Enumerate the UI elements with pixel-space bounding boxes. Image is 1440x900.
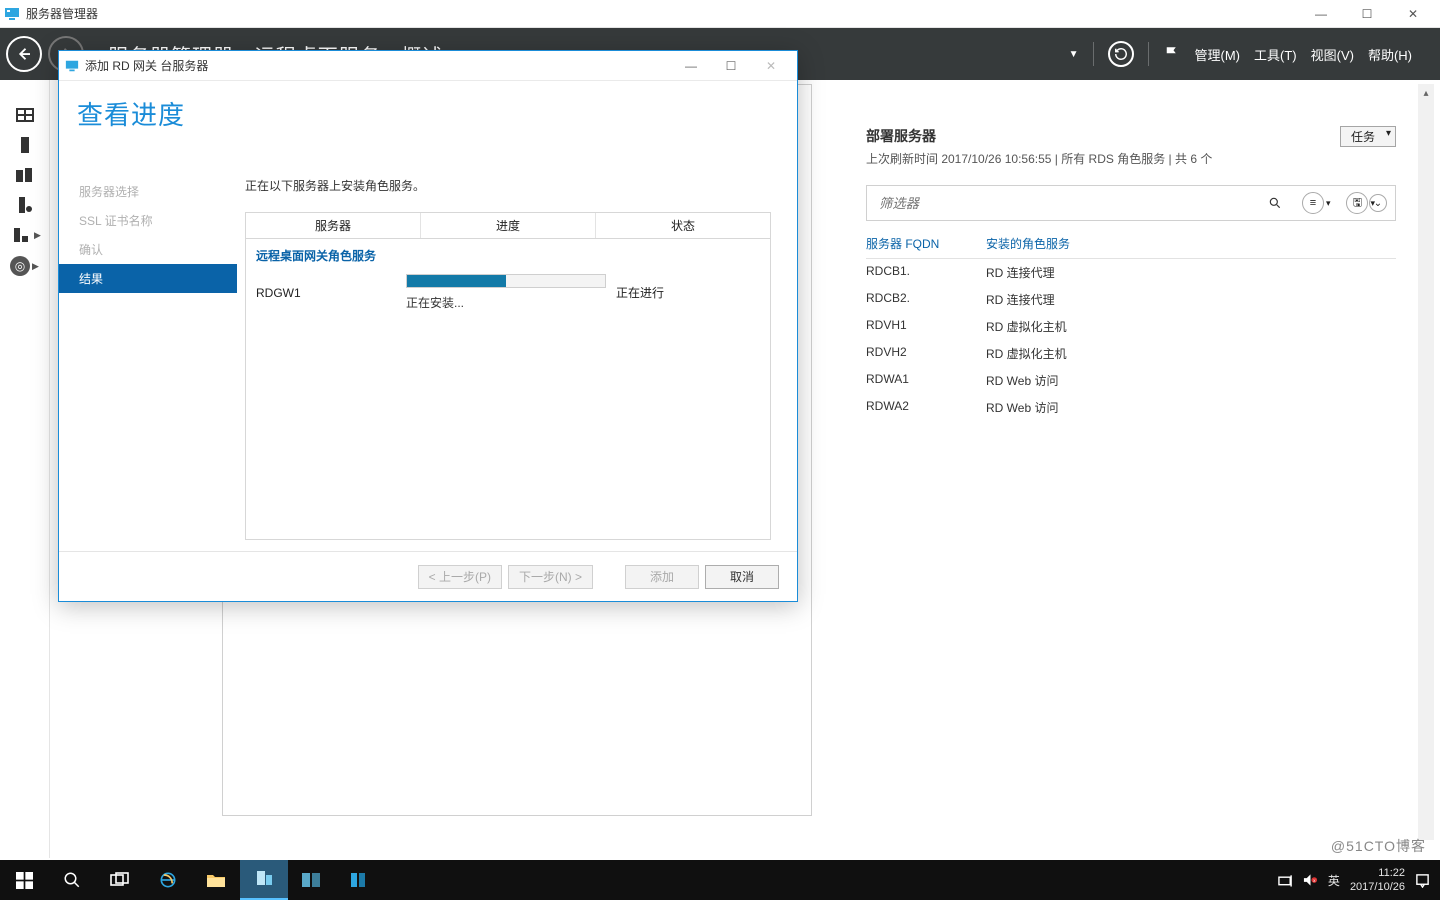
menu-manage[interactable]: 管理(M) — [1195, 45, 1241, 64]
step-server-select: 服务器选择 — [59, 177, 237, 206]
progress-bar — [406, 274, 606, 288]
search-button[interactable] — [48, 860, 96, 900]
col-server: 服务器 — [246, 213, 421, 238]
wizard-main: 正在以下服务器上安装角色服务。 服务器 进度 状态 远程桌面网关角色服务 RDG… — [237, 81, 797, 551]
wizard-close-button: ✕ — [751, 52, 791, 80]
table-row[interactable]: RDWA1RD Web 访问 — [866, 367, 1396, 394]
nav-all-servers-icon[interactable] — [13, 166, 37, 184]
filter-input[interactable] — [873, 192, 1073, 214]
menu-help[interactable]: 帮助(H) — [1368, 45, 1412, 64]
prev-button: < 上一步(P) — [418, 565, 502, 589]
wizard-maximize-button[interactable]: ☐ — [711, 52, 751, 80]
table-row[interactable]: RDVH2RD 虚拟化主机 — [866, 340, 1396, 367]
add-button: 添加 — [625, 565, 699, 589]
table-row[interactable]: RDCB1.RD 连接代理 — [866, 259, 1396, 286]
nav-local-server-icon[interactable] — [13, 136, 37, 154]
left-nav-rail: ▶ ◎ ▶ — [0, 80, 50, 858]
deploy-title: 部署服务器 — [866, 126, 1396, 146]
wizard-footer: < 上一步(P) 下一步(N) > 添加 取消 — [59, 551, 797, 601]
col-progress: 进度 — [421, 213, 596, 238]
row-server: RDGW1 — [256, 286, 406, 300]
breadcrumb-dropdown-icon[interactable]: ▼ — [1069, 49, 1079, 60]
wizard-intro: 正在以下服务器上安装角色服务。 — [245, 177, 771, 194]
minimize-button[interactable]: — — [1298, 0, 1344, 28]
nav-expand-icon[interactable]: ▶ — [34, 230, 41, 241]
server-manager-icon — [4, 6, 20, 22]
chevron-down-icon[interactable]: ▾ — [1326, 198, 1331, 209]
tray-ime[interactable]: 英 — [1328, 872, 1340, 889]
wizard-grid-header: 服务器 进度 状态 — [246, 213, 770, 239]
table-row[interactable]: RDVH1RD 虚拟化主机 — [866, 313, 1396, 340]
save-view-icon[interactable]: 🖫 — [1346, 192, 1368, 214]
cancel-button[interactable]: 取消 — [705, 565, 779, 589]
nav-iis-icon[interactable] — [8, 226, 32, 244]
tray-notifications-icon[interactable] — [1415, 873, 1430, 888]
tasks-dropdown[interactable]: 任务 — [1340, 126, 1396, 147]
taskbar-app-icon-1[interactable] — [288, 860, 336, 900]
col-fqdn[interactable]: 服务器 FQDN — [866, 235, 986, 252]
maximize-button[interactable]: ☐ — [1344, 0, 1390, 28]
add-rd-gateway-wizard: 添加 RD 网关 台服务器 — ☐ ✕ 查看进度 服务器选择 SSL 证书名称 … — [58, 50, 798, 602]
nav-dashboard-icon[interactable] — [13, 106, 37, 124]
wizard-section-title: 远程桌面网关角色服务 — [256, 247, 760, 264]
main-window-title: 服务器管理器 — [26, 5, 98, 22]
wizard-grid: 服务器 进度 状态 远程桌面网关角色服务 RDGW1 正在安装... 正在进行 — [245, 212, 771, 540]
deploy-subline: 上次刷新时间 2017/10/26 10:56:55 | 所有 RDS 角色服务… — [866, 150, 1396, 167]
watermark: @51CTO博客 — [1331, 836, 1426, 856]
tray-clock[interactable]: 11:22 2017/10/26 — [1350, 866, 1405, 894]
menu-view[interactable]: 视图(V) — [1311, 45, 1354, 64]
nav-file-services-icon[interactable] — [13, 196, 37, 214]
step-ssl-cert: SSL 证书名称 — [59, 206, 237, 235]
col-status: 状态 — [596, 213, 770, 238]
tray-volume-icon[interactable]: x — [1303, 873, 1318, 887]
wizard-title: 添加 RD 网关 台服务器 — [85, 57, 208, 74]
scroll-up-icon[interactable]: ▴ — [1418, 84, 1434, 102]
table-row[interactable]: RDWA2RD Web 访问 — [866, 394, 1396, 421]
taskbar: x 英 11:22 2017/10/26 — [0, 860, 1440, 900]
main-window-titlebar: 服务器管理器 — ☐ ✕ — [0, 0, 1440, 28]
search-icon[interactable] — [1268, 196, 1282, 210]
flag-icon[interactable] — [1163, 45, 1181, 63]
row-status: 正在进行 — [616, 284, 760, 301]
server-manager-taskbar-icon[interactable] — [240, 860, 288, 900]
close-button[interactable]: ✕ — [1390, 0, 1436, 28]
deploy-table-header: 服务器 FQDN 安装的角色服务 — [866, 235, 1396, 259]
refresh-icon[interactable] — [1108, 41, 1134, 67]
nav-rds-icon[interactable]: ◎ — [10, 256, 30, 276]
menu-tools[interactable]: 工具(T) — [1254, 45, 1297, 64]
table-row[interactable]: RDCB2.RD 连接代理 — [866, 286, 1396, 313]
wizard-titlebar[interactable]: 添加 RD 网关 台服务器 — ☐ ✕ — [59, 51, 797, 81]
deploy-table-body: RDCB1.RD 连接代理 RDCB2.RD 连接代理 RDVH1RD 虚拟化主… — [866, 259, 1396, 421]
file-explorer-icon[interactable] — [192, 860, 240, 900]
wizard-minimize-button[interactable]: — — [671, 52, 711, 80]
col-role[interactable]: 安装的角色服务 — [986, 235, 1070, 252]
step-results[interactable]: 结果 — [59, 264, 237, 293]
task-view-button[interactable] — [96, 860, 144, 900]
back-button[interactable] — [6, 36, 42, 72]
deploy-toolbar: ≡▾ 🖫▾ ⌄ — [866, 185, 1396, 221]
next-button: 下一步(N) > — [508, 565, 593, 589]
progress-label: 正在安装... — [406, 294, 616, 311]
system-tray: x 英 11:22 2017/10/26 — [1278, 866, 1440, 894]
start-button[interactable] — [0, 860, 48, 900]
ie-icon[interactable] — [144, 860, 192, 900]
vertical-scrollbar[interactable]: ▴ — [1418, 84, 1434, 840]
wizard-icon — [65, 59, 79, 73]
list-view-icon[interactable]: ≡ — [1302, 192, 1324, 214]
expand-icon[interactable]: ⌄ — [1369, 194, 1387, 212]
taskbar-app-icon-2[interactable] — [336, 860, 384, 900]
nav-expand-icon-2[interactable]: ▶ — [32, 261, 39, 272]
wizard-row: RDGW1 正在安装... 正在进行 — [256, 274, 760, 311]
deployment-servers-panel: 部署服务器 上次刷新时间 2017/10/26 10:56:55 | 所有 RD… — [866, 126, 1396, 816]
tray-network-icon[interactable] — [1278, 873, 1293, 887]
step-confirm: 确认 — [59, 235, 237, 264]
wizard-steps: 服务器选择 SSL 证书名称 确认 结果 — [59, 81, 237, 551]
